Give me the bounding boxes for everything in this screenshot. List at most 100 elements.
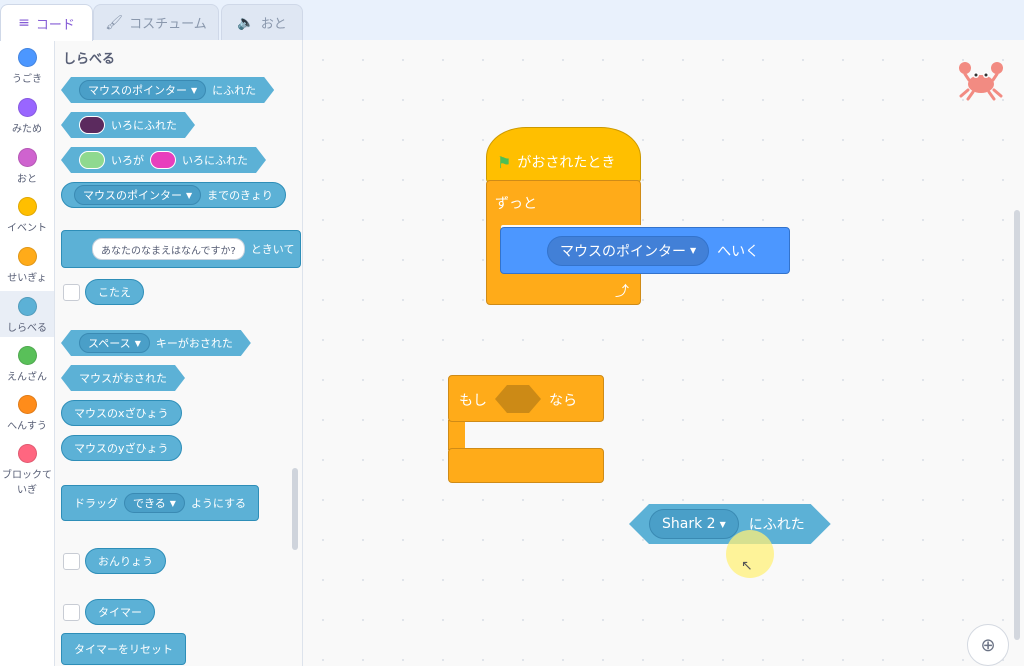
ask-and-wait-block[interactable]: あなたのなまえはなんですか? ときいて bbox=[61, 230, 301, 268]
workspace-scrollbar[interactable] bbox=[1014, 210, 1020, 640]
color-swatch[interactable] bbox=[150, 151, 176, 169]
color-swatch[interactable] bbox=[79, 116, 105, 134]
caret-down-icon: ▼ bbox=[191, 85, 198, 95]
timer-checkbox[interactable] bbox=[63, 604, 80, 621]
point-towards-dropdown[interactable]: マウスのポインター ▼ bbox=[547, 235, 710, 266]
point-towards-block[interactable]: マウスのポインター ▼ へいく bbox=[500, 227, 790, 274]
caret-down-icon: ▼ bbox=[719, 519, 726, 529]
block-text: ようにする bbox=[190, 497, 247, 510]
caret-down-icon: ▼ bbox=[169, 498, 176, 508]
tab-code[interactable]: ≡ コード bbox=[0, 4, 93, 41]
zoom-in-icon: ⊕ bbox=[980, 634, 996, 656]
key-dropdown[interactable]: スペース ▼ bbox=[79, 333, 150, 353]
category-label-line2: いぎ bbox=[17, 485, 37, 496]
motion-color-dot bbox=[17, 48, 37, 67]
block-text: までのきょり bbox=[207, 189, 273, 202]
category-sound[interactable]: おと bbox=[0, 148, 54, 185]
color-touching-color-block[interactable]: いろが いろにふれた bbox=[61, 147, 266, 173]
tab-sounds-label: おと bbox=[260, 17, 287, 32]
set-drag-mode-block[interactable]: ドラッグ できる ▼ ようにする bbox=[61, 485, 260, 521]
block-text: いろにふれた bbox=[111, 119, 177, 132]
answer-block[interactable]: こたえ bbox=[85, 279, 144, 305]
loudness-block[interactable]: おんりょう bbox=[85, 548, 166, 574]
category-variables[interactable]: へんすう bbox=[0, 395, 54, 432]
sound-color-dot bbox=[17, 148, 37, 167]
color-swatch[interactable] bbox=[79, 151, 105, 169]
timer-block[interactable]: タイマー bbox=[85, 599, 155, 625]
category-label: みため bbox=[12, 124, 42, 135]
palette-title: しらべる bbox=[63, 52, 116, 67]
category-looks[interactable]: みため bbox=[0, 98, 54, 135]
caret-down-icon: ▼ bbox=[186, 190, 193, 200]
block-text: タイマー bbox=[98, 606, 142, 619]
code-icon: ≡ bbox=[18, 15, 30, 31]
touching-color-block[interactable]: いろにふれた bbox=[61, 112, 195, 138]
block-text: にふれた bbox=[212, 84, 257, 97]
tab-sounds[interactable]: 🔈 おと bbox=[221, 4, 303, 40]
mouse-x-block[interactable]: マウスのxざひょう bbox=[61, 400, 182, 426]
reset-timer-block[interactable]: タイマーをリセット bbox=[61, 633, 186, 665]
category-label: えんざん bbox=[7, 372, 47, 383]
block-text: もし bbox=[459, 393, 487, 409]
block-text: ときいて bbox=[250, 243, 295, 256]
crab-sprite-icon bbox=[959, 62, 1003, 101]
category-events[interactable]: イベント bbox=[0, 197, 54, 234]
tab-costumes[interactable]: 🖌 コスチューム bbox=[93, 4, 219, 40]
touching-object-dropdown[interactable]: Shark 2 ▼ bbox=[649, 509, 739, 539]
category-label: せいぎょ bbox=[7, 273, 47, 284]
block-text: ずっと bbox=[495, 196, 537, 212]
sensing-color-dot bbox=[17, 297, 37, 316]
dropdown-value: スペース bbox=[88, 337, 131, 350]
control-color-dot bbox=[17, 247, 37, 266]
block-text: マウスのxざひょう bbox=[74, 407, 169, 420]
if-then-block[interactable]: もし なら bbox=[448, 375, 604, 483]
key-pressed-block[interactable]: スペース ▼ キーがおされた bbox=[61, 330, 251, 356]
touching-pointer-block[interactable]: マウスのポインター ▼ にふれた bbox=[61, 77, 274, 103]
operators-color-dot bbox=[17, 346, 37, 365]
distance-object-dropdown[interactable]: マウスのポインター ▼ bbox=[74, 185, 202, 205]
category-label: うごき bbox=[12, 74, 42, 85]
palette-scrollbar[interactable] bbox=[292, 468, 298, 550]
variables-color-dot bbox=[17, 395, 37, 414]
category-control[interactable]: せいぎょ bbox=[0, 247, 54, 284]
distance-to-block[interactable]: マウスのポインター ▼ までのきょり bbox=[61, 182, 286, 208]
mouse-y-block[interactable]: マウスのyざひょう bbox=[61, 435, 182, 461]
block-text: こたえ bbox=[98, 286, 131, 299]
zoom-in-button[interactable]: ⊕ bbox=[967, 624, 1009, 666]
category-my-blocks[interactable]: ブロックて いぎ bbox=[0, 444, 54, 496]
question-input[interactable]: あなたのなまえはなんですか? bbox=[92, 238, 245, 260]
block-text: いろにふれた bbox=[182, 154, 248, 167]
green-flag-icon: ⚑ bbox=[497, 152, 512, 172]
caret-down-icon: ▼ bbox=[690, 246, 697, 255]
category-label: ブロックて bbox=[2, 470, 52, 481]
category-label: イベント bbox=[7, 223, 47, 234]
dropdown-value: マウスのポインター bbox=[560, 243, 686, 260]
answer-checkbox[interactable] bbox=[63, 284, 80, 301]
block-text: おんりょう bbox=[98, 555, 153, 568]
when-flag-clicked-block[interactable]: ⚑ がおされたとき bbox=[486, 127, 641, 183]
dropdown-value: Shark 2 bbox=[662, 516, 716, 532]
category-sensing[interactable]: しらべる bbox=[0, 291, 54, 337]
loudness-checkbox[interactable] bbox=[63, 553, 80, 570]
dropdown-value: できる bbox=[133, 497, 166, 510]
dropdown-value: マウスのポインター bbox=[83, 189, 182, 202]
touching-object-block[interactable]: Shark 2 ▼ にふれた bbox=[629, 504, 831, 544]
script-workspace[interactable]: ⚑ がおされたとき ずっと ⤴ マウスのポインター ▼ へいく もし なら Sha… bbox=[303, 40, 1024, 666]
block-text: いろが bbox=[111, 154, 144, 167]
block-palette: しらべる マウスのポインター ▼ にふれた いろにふれた いろが いろにふれた マ… bbox=[55, 40, 303, 666]
if-block-top: もし なら bbox=[448, 375, 604, 422]
dropdown-value: マウスのポインター bbox=[88, 84, 187, 97]
touching-object-dropdown[interactable]: マウスのポインター ▼ bbox=[79, 80, 206, 100]
block-text: マウスがおされた bbox=[79, 372, 167, 385]
events-color-dot bbox=[17, 197, 37, 216]
looks-color-dot bbox=[17, 98, 37, 117]
category-label: へんすう bbox=[7, 421, 47, 432]
category-operators[interactable]: えんざん bbox=[0, 346, 54, 383]
brush-icon: 🖌 bbox=[105, 14, 124, 31]
category-motion[interactable]: うごき bbox=[0, 48, 54, 85]
condition-slot[interactable] bbox=[495, 385, 541, 413]
drag-mode-dropdown[interactable]: できる ▼ bbox=[124, 493, 185, 513]
block-text: がおされたとき bbox=[517, 155, 616, 171]
block-text: キーがおされた bbox=[155, 337, 233, 350]
mouse-down-block[interactable]: マウスがおされた bbox=[61, 365, 185, 391]
